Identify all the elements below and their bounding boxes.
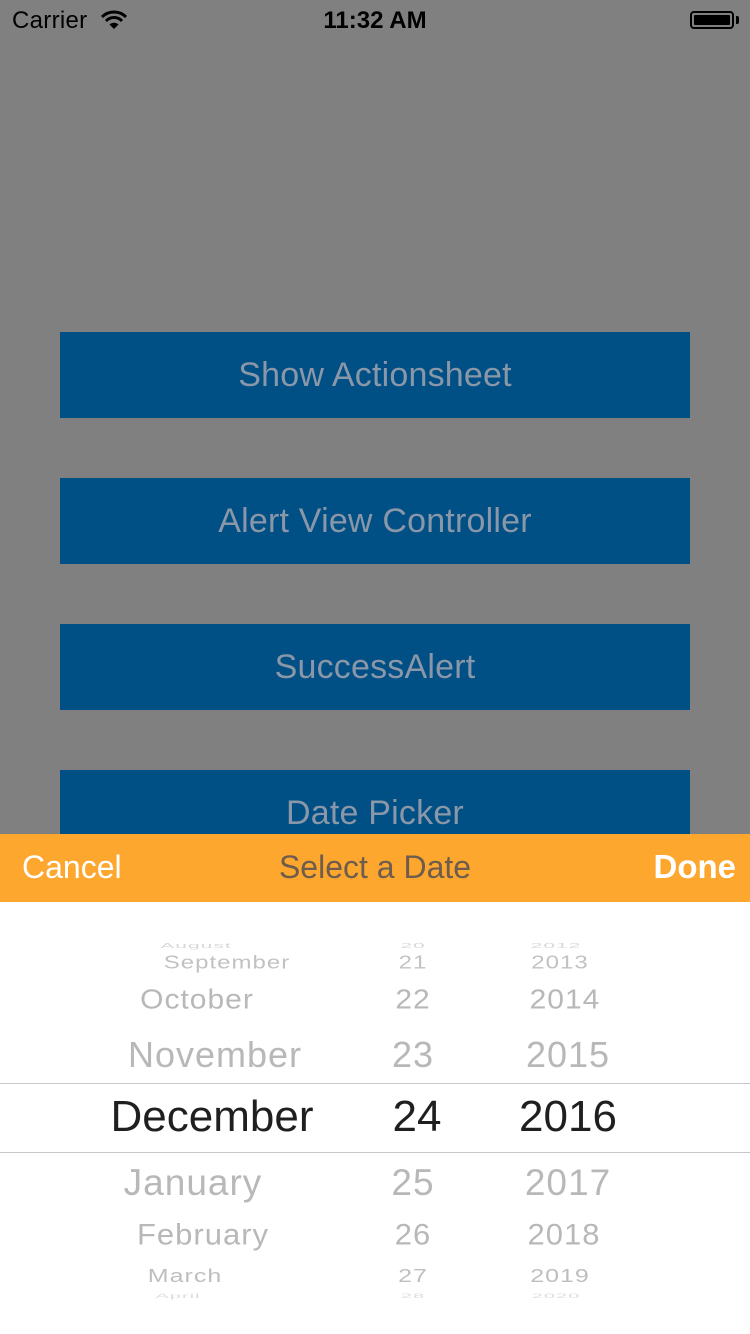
show-actionsheet-button[interactable]: Show Actionsheet bbox=[60, 332, 690, 418]
picker-toolbar: Cancel Select a Date Done bbox=[0, 834, 750, 902]
year-item[interactable]: 2013 bbox=[531, 954, 588, 972]
toolbar-title: Select a Date bbox=[278, 849, 472, 885]
year-item[interactable]: 2012 bbox=[531, 942, 582, 949]
clock: 11:32 AM bbox=[323, 7, 427, 34]
done-button[interactable]: Done bbox=[654, 848, 737, 886]
year-item[interactable]: 2018 bbox=[528, 1220, 601, 1249]
year-item[interactable]: 2017 bbox=[525, 1164, 611, 1201]
selection-bottom-line bbox=[0, 1152, 750, 1153]
year-item[interactable]: 2019 bbox=[530, 1267, 590, 1286]
success-alert-button[interactable]: SuccessAlert bbox=[60, 624, 690, 710]
battery-icon bbox=[690, 11, 734, 29]
year-wheel[interactable]: 2012 2013 2014 2015 2016 2017 2018 2019 2020 bbox=[0, 902, 750, 1334]
battery-tip bbox=[736, 16, 739, 24]
dimmed-background: Carrier 11:32 AM Show Actionsheet Alert … bbox=[0, 0, 750, 834]
year-item[interactable]: 2020 bbox=[532, 1293, 581, 1299]
status-bar: Carrier 11:32 AM bbox=[0, 0, 750, 40]
date-picker-button[interactable]: Date Picker bbox=[60, 770, 690, 834]
selection-top-line bbox=[0, 1083, 750, 1084]
alert-view-controller-button[interactable]: Alert View Controller bbox=[60, 478, 690, 564]
year-item-selected[interactable]: 2016 bbox=[519, 1095, 617, 1139]
year-item[interactable]: 2015 bbox=[526, 1037, 610, 1073]
year-item[interactable]: 2014 bbox=[530, 986, 601, 1014]
date-picker[interactable]: August September October November December Ja… bbox=[0, 902, 750, 1334]
